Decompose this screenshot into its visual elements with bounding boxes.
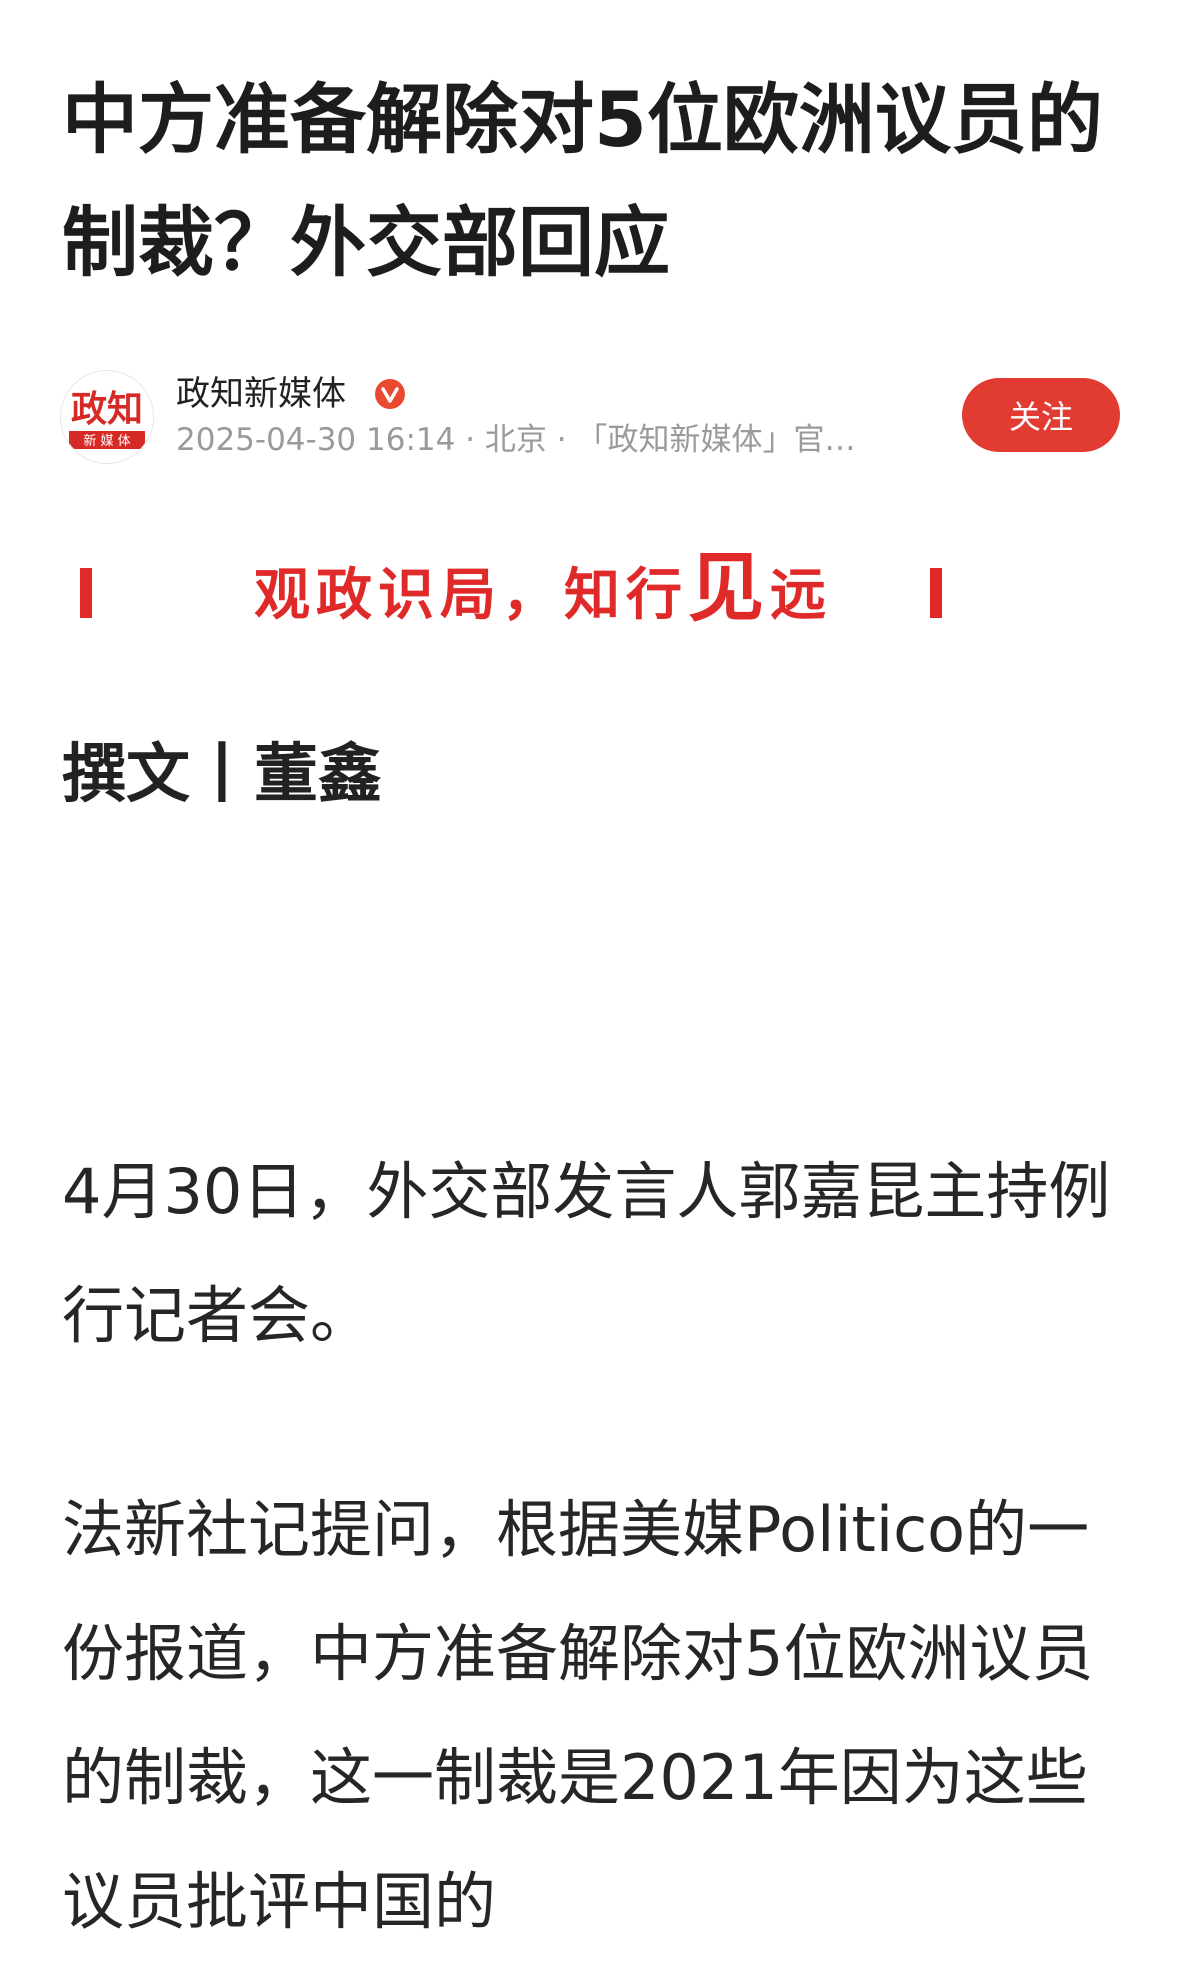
slogan-banner: 观政识局，知行见远	[62, 548, 962, 628]
article-title: 中方准备解除对5位欧洲议员的制裁？外交部回应	[62, 75, 1103, 287]
verified-badge-icon	[375, 379, 405, 409]
byline: 撰文丨董鑫	[62, 738, 382, 812]
author-row: 政知 新 媒 体 政知新媒体 2025-04-30 16:14 · 北京 · 「…	[60, 368, 1120, 468]
avatar-logo: 政知 新 媒 体	[61, 371, 153, 463]
slogan-text-2: 远	[770, 562, 832, 628]
author-name[interactable]: 政知新媒体	[176, 374, 346, 414]
banner-bar-left	[80, 568, 92, 618]
avatar-logo-subtext: 新 媒 体	[83, 433, 130, 449]
follow-button[interactable]: 关注	[962, 378, 1120, 452]
slogan-text-big: 见	[688, 543, 770, 632]
article-paragraph: 法新社记提问，根据美媒Politico的一份报道，中方准备解除对5位欧洲议员的制…	[62, 1493, 1094, 1938]
author-avatar[interactable]: 政知 新 媒 体	[60, 370, 154, 464]
banner-bar-right	[930, 568, 942, 618]
article-paragraph: 4月30日，外交部发言人郭嘉昆主持例行记者会。	[62, 1155, 1111, 1352]
slogan-text-1: 观政识局，知行	[254, 562, 688, 628]
post-meta: 2025-04-30 16:14 · 北京 · 「政知新媒体」官…	[176, 422, 856, 458]
avatar-logo-text: 政知	[71, 388, 143, 430]
banner-slogan: 观政识局，知行见远	[254, 550, 832, 631]
